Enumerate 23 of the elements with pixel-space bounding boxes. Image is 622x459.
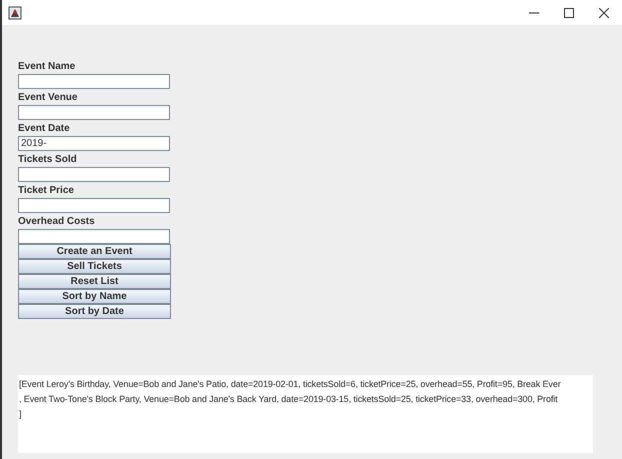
action-button[interactable]: Sort by Name — [18, 289, 171, 304]
field-label: Overhead Costs — [18, 215, 96, 229]
output-line: , Event Two-Tone's Block Party, Venue=Bob and Jane's Back Yard, date=2019-03-15, ticketsSold=25, ticketPrice=33, overhead=300, Profit — [19, 393, 558, 406]
action-button[interactable]: Create an Event — [18, 244, 171, 259]
action-button[interactable]: Sell Tickets — [18, 259, 171, 274]
text-field[interactable] — [18, 74, 170, 89]
action-button[interactable]: Sort by Date — [18, 304, 171, 319]
field-label: Event Name — [18, 60, 76, 74]
output-line: ] — [19, 408, 22, 421]
text-field[interactable] — [18, 105, 170, 120]
text-field[interactable]: 2019- — [18, 136, 170, 151]
text-field[interactable] — [18, 198, 170, 213]
app-icon — [8, 6, 22, 20]
field-label: Event Date — [18, 122, 71, 136]
maximize-icon[interactable] — [564, 8, 574, 18]
field-label: Tickets Sold — [18, 153, 78, 167]
text-field[interactable] — [18, 167, 170, 182]
output-line: [Event Leroy's Birthday, Venue=Bob and Jane's Patio, date=2019-02-01, ticketsSold=6, ticketPrice=25, overhead=55, Profit=95, Break Ever — [19, 378, 561, 391]
action-button[interactable]: Reset List — [18, 274, 171, 289]
text-field[interactable] — [18, 229, 170, 244]
field-label: Ticket Price — [18, 184, 75, 198]
field-label: Event Venue — [18, 91, 78, 105]
close-icon[interactable] — [599, 8, 609, 18]
